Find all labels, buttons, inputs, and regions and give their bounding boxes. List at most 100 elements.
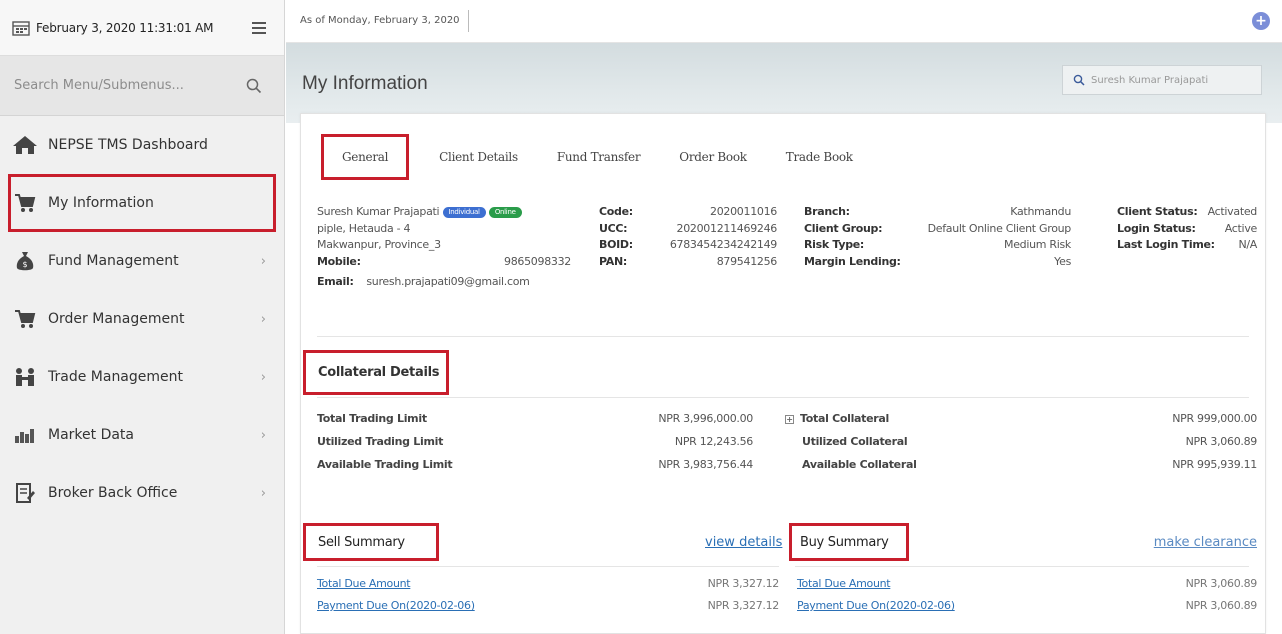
limit-value: NPR 3,996,000.00 xyxy=(658,412,753,425)
branch-label: Branch: xyxy=(804,205,850,218)
sidebar-item-fund-management[interactable]: $ Fund Management › xyxy=(0,232,284,290)
margin-lending-label: Margin Lending: xyxy=(804,254,901,268)
divider xyxy=(317,566,779,567)
tab-fund-transfer[interactable]: Fund Transfer xyxy=(557,150,641,164)
sidebar-item-label: Market Data xyxy=(48,427,135,443)
cart-icon xyxy=(12,307,38,331)
tab-client-details[interactable]: Client Details xyxy=(439,150,518,164)
client-account-info: Branch: Kathmandu Client Group: Default On… xyxy=(804,204,1071,270)
sidebar-item-my-information[interactable]: My Information xyxy=(8,174,276,232)
risk-type-label: Risk Type: xyxy=(804,238,865,251)
total-due-link[interactable]: Total Due Amount xyxy=(317,573,411,595)
buy-due-value: NPR 3,060.89 xyxy=(1185,577,1258,590)
collateral-value: NPR 3,060.89 xyxy=(1185,435,1258,448)
top-bar: As of Monday, February 3, 2020 + xyxy=(286,0,1282,43)
client-profile: Suresh Kumar Prajapati Individual Online… xyxy=(317,204,571,291)
collateral-row: Utilized Collateral NPR 3,060.89 xyxy=(785,430,1257,453)
limit-label: Utilized Trading Limit xyxy=(317,435,444,448)
sell-summary-heading: Sell Summary xyxy=(303,523,439,561)
pan-value: 879541256 xyxy=(716,254,778,268)
collateral-row: + Total Collateral NPR 999,000.00 xyxy=(785,407,1257,430)
client-name: Suresh Kumar Prajapati xyxy=(317,205,440,218)
sidebar-item-broker-back-office[interactable]: Broker Back Office › xyxy=(0,464,284,522)
sidebar-item-label: Broker Back Office xyxy=(48,485,178,501)
collateral-label: Available Collateral xyxy=(802,458,917,471)
boid-value: 6783454234242149 xyxy=(669,238,777,251)
risk-type-value: Medium Risk xyxy=(1004,238,1071,251)
total-due-link[interactable]: Total Due Amount xyxy=(797,573,891,595)
email-label: Email: xyxy=(317,275,354,288)
tab-bar: General Client Details Fund Transfer Ord… xyxy=(321,134,892,180)
current-datetime: February 3, 2020 11:31:01 AM xyxy=(36,20,214,35)
login-status-value: Active xyxy=(1224,221,1258,235)
buy-summary-table: Total Due Amount NPR 3,060.89 Payment Due… xyxy=(797,573,1257,617)
add-icon[interactable]: + xyxy=(1252,12,1270,30)
client-status-info: Client Status: Activated Login Status: Act… xyxy=(1117,204,1257,254)
sidebar-item-label: Fund Management xyxy=(48,253,179,269)
search-icon[interactable] xyxy=(246,78,262,94)
payment-due-link[interactable]: Payment Due On(2020-02-06) xyxy=(317,595,475,617)
chart-icon xyxy=(12,423,38,447)
tab-trade-book[interactable]: Trade Book xyxy=(786,150,853,164)
sell-payment-value: NPR 3,327.12 xyxy=(707,599,780,612)
code-label: Code: xyxy=(599,205,633,218)
limit-value: NPR 3,983,756.44 xyxy=(658,458,753,471)
sell-summary-row: Total Due Amount NPR 3,327.12 xyxy=(317,573,779,595)
client-address-line1: piple, Hetauda - 4 xyxy=(317,221,411,235)
payment-due-link[interactable]: Payment Due On(2020-02-06) xyxy=(797,595,955,617)
ucc-label: UCC: xyxy=(599,221,628,235)
collateral-details-heading: Collateral Details xyxy=(303,350,449,395)
mobile-label: Mobile: xyxy=(317,254,361,268)
sell-due-value: NPR 3,327.12 xyxy=(707,577,780,590)
limit-label: Total Trading Limit xyxy=(317,412,427,425)
sidebar-item-label: Trade Management xyxy=(48,369,184,385)
sidebar-item-trade-management[interactable]: Trade Management › xyxy=(0,348,284,406)
buy-summary-row: Payment Due On(2020-02-06) NPR 3,060.89 xyxy=(797,595,1257,617)
view-details-link[interactable]: view details xyxy=(705,535,782,550)
client-address-line2: Makwanpur, Province_3 xyxy=(317,238,441,251)
trading-limit-row: Utilized Trading Limit NPR 12,243.56 xyxy=(317,430,753,453)
tab-order-book[interactable]: Order Book xyxy=(679,150,747,164)
client-status-value: Activated xyxy=(1207,205,1258,218)
sidebar-item-dashboard[interactable]: NEPSE TMS Dashboard xyxy=(0,116,284,174)
buy-payment-value: NPR 3,060.89 xyxy=(1185,599,1258,612)
client-group-label: Client Group: xyxy=(804,221,883,235)
make-clearance-link[interactable]: make clearance xyxy=(1154,535,1257,550)
client-search-input[interactable]: Suresh Kumar Prajapati xyxy=(1062,65,1262,95)
branch-value: Kathmandu xyxy=(1010,205,1071,218)
ucc-value: 202001211469246 xyxy=(676,221,778,235)
sidebar-datetime-bar: February 3, 2020 11:31:01 AM xyxy=(0,0,284,56)
last-login-value: N/A xyxy=(1238,238,1257,251)
client-group-value: Default Online Client Group xyxy=(927,221,1072,235)
sidebar-item-market-data[interactable]: Market Data › xyxy=(0,406,284,464)
pan-label: PAN: xyxy=(599,254,627,268)
info-card: General Client Details Fund Transfer Ord… xyxy=(300,113,1266,634)
collateral-value: NPR 995,939.11 xyxy=(1172,458,1257,471)
document-edit-icon xyxy=(12,481,38,505)
client-ids: Code: 2020011016 UCC: 202001211469246 BOID… xyxy=(599,204,777,270)
expand-icon[interactable]: + xyxy=(785,415,794,424)
client-status-label: Client Status: xyxy=(1117,205,1198,218)
divider xyxy=(795,566,1249,567)
sidebar-item-label: Order Management xyxy=(48,311,185,327)
page-header: My Information Suresh Kumar Prajapati xyxy=(286,43,1282,123)
chevron-right-icon: › xyxy=(260,311,266,327)
code-value: 2020011016 xyxy=(710,205,777,218)
hamburger-menu-icon[interactable] xyxy=(252,21,266,34)
tab-general[interactable]: General xyxy=(321,134,410,180)
sidebar-item-label: My Information xyxy=(48,195,154,211)
trading-limit-table: Total Trading Limit NPR 3,996,000.00 Util… xyxy=(317,407,753,476)
chevron-right-icon: › xyxy=(260,485,266,501)
chevron-right-icon: › xyxy=(260,427,266,443)
page-title: My Information xyxy=(302,73,428,94)
divider xyxy=(317,336,1249,337)
limit-value: NPR 12,243.56 xyxy=(674,435,753,448)
margin-lending-value: Yes xyxy=(1054,254,1071,268)
buy-summary-row: Total Due Amount NPR 3,060.89 xyxy=(797,573,1257,595)
as-of-date: As of Monday, February 3, 2020 xyxy=(300,10,469,32)
menu-search-placeholder: Search Menu/Submenus... xyxy=(14,78,184,93)
client-type-badge: Individual xyxy=(442,207,486,218)
sell-summary-row: Payment Due On(2020-02-06) NPR 3,327.12 xyxy=(317,595,779,617)
menu-search-input[interactable]: Search Menu/Submenus... xyxy=(0,56,284,116)
sidebar-item-order-management[interactable]: Order Management › xyxy=(0,290,284,348)
